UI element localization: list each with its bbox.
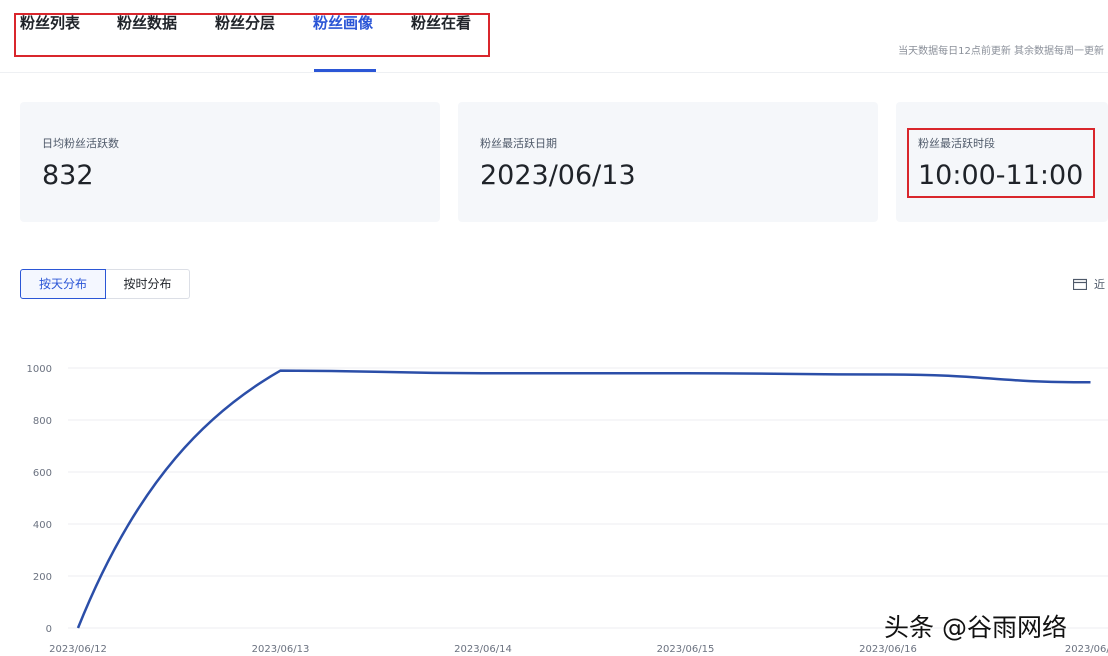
stat-value: 832 (42, 160, 94, 191)
watermark: 头条 @谷雨网络 (884, 613, 1067, 642)
tab-fan-tiers[interactable]: 粉丝分层 (215, 12, 275, 33)
toggle-by-hour[interactable]: 按时分布 (106, 269, 190, 299)
x-tick-label: 2023/06/12 (49, 644, 107, 655)
y-tick-label: 200 (33, 572, 52, 583)
calendar-icon[interactable] (1073, 278, 1087, 290)
tab-fan-watching[interactable]: 粉丝在看 (411, 12, 471, 33)
series-line (76, 369, 1091, 629)
date-range-label[interactable]: 近 (1094, 276, 1105, 292)
x-tick-label: 2023/06/14 (454, 644, 512, 655)
y-tick-label: 0 (46, 624, 52, 635)
y-tick-label: 600 (33, 468, 52, 479)
tab-fan-data[interactable]: 粉丝数据 (117, 12, 177, 33)
stat-card-most-active-date: 粉丝最活跃日期 2023/06/13 (458, 102, 878, 222)
stat-label: 粉丝最活跃日期 (480, 137, 557, 150)
stat-label: 日均粉丝活跃数 (42, 137, 119, 150)
x-tick-label: 2023/06/1 (1065, 644, 1108, 655)
x-tick-label: 2023/06/15 (657, 644, 715, 655)
y-tick-label: 800 (33, 416, 52, 427)
tab-fan-profile[interactable]: 粉丝画像 (313, 12, 373, 33)
x-tick-label: 2023/06/13 (252, 644, 310, 655)
update-note: 当天数据每日12点前更新 其余数据每周一更新 (898, 46, 1104, 57)
stat-value: 2023/06/13 (480, 160, 636, 191)
y-tick-label: 1000 (27, 364, 52, 375)
tab-fan-list[interactable]: 粉丝列表 (20, 12, 80, 33)
tabs-divider (0, 72, 1108, 73)
toggle-by-day[interactable]: 按天分布 (20, 269, 106, 299)
active-period-highlight (907, 128, 1095, 198)
y-tick-label: 400 (33, 520, 52, 531)
x-tick-label: 2023/06/16 (859, 644, 917, 655)
stat-card-daily-active: 日均粉丝活跃数 832 (20, 102, 440, 222)
